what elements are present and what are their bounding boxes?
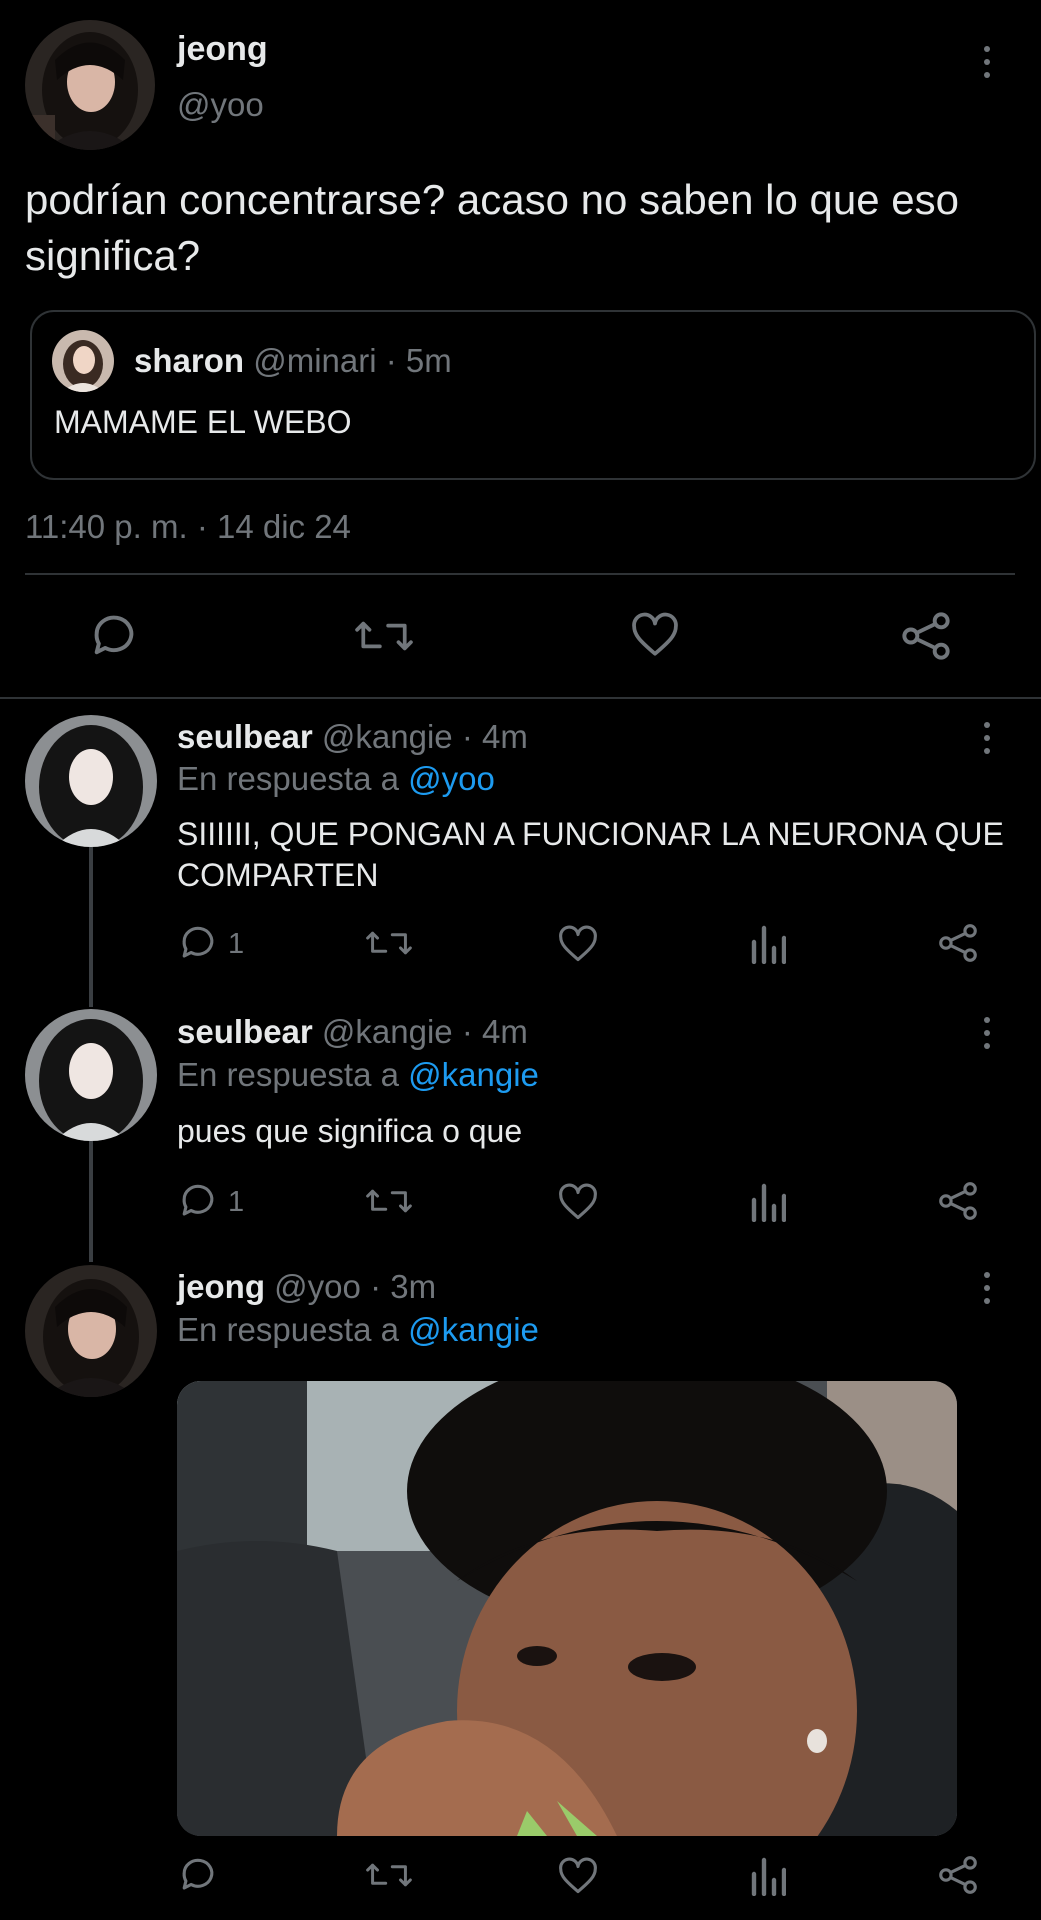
replying-to-label: En respuesta a [177, 1311, 399, 1348]
retweet-icon[interactable] [366, 1182, 412, 1220]
quote-card[interactable] [30, 310, 1036, 480]
thread-line [89, 845, 93, 1007]
reply-header: jeong @yoo · 3m [177, 1268, 436, 1306]
reply-text: SIIIIII, QUE PONGAN A FUNCIONAR LA NEURO… [177, 816, 1004, 893]
author-handle[interactable]: @kangie [322, 1013, 453, 1050]
replying-to: En respuesta a @kangie [177, 1311, 539, 1349]
share-icon[interactable] [937, 1182, 979, 1220]
heart-icon[interactable] [630, 612, 680, 658]
quote-author-name[interactable]: sharon [134, 342, 244, 379]
author-handle[interactable]: @kangie [322, 718, 453, 755]
views-icon[interactable] [750, 1856, 786, 1896]
avatar[interactable] [25, 715, 157, 847]
reply-text: pues que significa o que [177, 1113, 523, 1149]
reply-time: · 4m [461, 1013, 528, 1050]
avatar[interactable] [25, 1265, 157, 1397]
tweet-text: podrían concentrarse? acaso no saben lo … [25, 176, 959, 279]
quote-header: sharon @minari · 5m [134, 342, 452, 380]
divider [25, 573, 1015, 575]
reply-header: seulbear @kangie · 4m [177, 718, 528, 756]
views-icon[interactable] [750, 924, 786, 964]
author-handle[interactable]: @yoo [177, 86, 264, 124]
quote-author-handle[interactable]: @minari [253, 342, 376, 379]
reply-time: · 3m [370, 1268, 437, 1305]
replying-to: En respuesta a @yoo [177, 760, 495, 798]
quote-avatar [52, 330, 114, 392]
heart-icon[interactable] [557, 925, 599, 963]
reply-icon[interactable] [177, 1856, 219, 1894]
author-name[interactable]: seulbear [177, 1013, 313, 1050]
replying-to: En respuesta a @kangie [177, 1056, 539, 1094]
share-icon[interactable] [937, 1856, 979, 1894]
more-icon[interactable] [972, 1268, 1002, 1308]
tweet-timestamp[interactable]: 11:40 p. m. · 14 dic 24 [25, 508, 351, 546]
replying-to-handle[interactable]: @yoo [408, 760, 495, 797]
retweet-icon[interactable] [366, 1856, 412, 1894]
avatar[interactable] [25, 20, 155, 150]
replying-to-handle[interactable]: @kangie [408, 1056, 539, 1093]
author-name[interactable]: jeong [177, 1268, 265, 1305]
more-icon[interactable] [972, 42, 1002, 82]
author-name[interactable]: seulbear [177, 718, 313, 755]
more-icon[interactable] [972, 718, 1002, 758]
views-icon[interactable] [750, 1182, 786, 1222]
thread-line [89, 1140, 93, 1262]
reply-count: 1 [228, 1186, 245, 1218]
replying-to-label: En respuesta a [177, 760, 399, 797]
retweet-icon[interactable] [366, 924, 412, 962]
replying-to-handle[interactable]: @kangie [408, 1311, 539, 1348]
retweet-icon[interactable] [355, 612, 413, 660]
reply-count: 1 [228, 928, 245, 960]
more-icon[interactable] [972, 1013, 1002, 1053]
author-handle[interactable]: @yoo [274, 1268, 361, 1305]
author-name[interactable]: jeong [177, 30, 268, 69]
quote-time: · 5m [385, 342, 452, 379]
reply-header: seulbear @kangie · 4m [177, 1013, 528, 1051]
share-icon[interactable] [937, 924, 979, 962]
reply-icon[interactable] [177, 924, 219, 962]
replying-to-label: En respuesta a [177, 1056, 399, 1093]
quote-text: MAMAME EL WEBO [54, 404, 352, 440]
divider [0, 697, 1041, 699]
reply-time: · 4m [461, 718, 528, 755]
avatar[interactable] [25, 1009, 157, 1141]
reply-icon[interactable] [88, 612, 140, 660]
media-image[interactable] [177, 1381, 957, 1836]
reply-icon[interactable] [177, 1182, 219, 1220]
heart-icon[interactable] [557, 1857, 599, 1895]
heart-icon[interactable] [557, 1183, 599, 1221]
share-icon[interactable] [900, 612, 952, 660]
